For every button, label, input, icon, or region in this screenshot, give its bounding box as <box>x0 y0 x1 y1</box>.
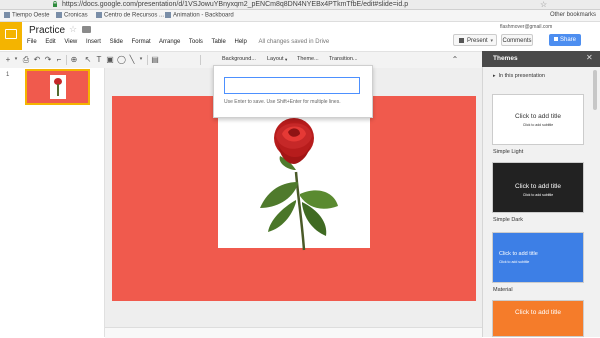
themes-section-label: In this presentation <box>498 73 545 79</box>
collapse-icon[interactable]: ⌃ <box>451 55 459 64</box>
slide-thumbnail[interactable] <box>25 69 90 105</box>
menu-file[interactable]: File <box>27 39 37 45</box>
favicon-icon <box>165 12 171 18</box>
present-label: Present <box>467 38 488 44</box>
theme-card-simple-dark[interactable]: Click to add title Click to add subtitle <box>492 232 584 283</box>
speaker-notes-area[interactable] <box>105 327 482 338</box>
slide-number: 1 <box>6 72 10 78</box>
toolbar-divider <box>66 55 67 65</box>
folder-icon[interactable] <box>82 26 91 33</box>
redo-icon[interactable]: ↷ <box>44 55 52 64</box>
favicon-icon <box>4 12 10 18</box>
theme-button[interactable]: Theme... <box>297 55 319 64</box>
bookmark-star-icon[interactable]: ☆ <box>540 0 547 9</box>
theme-card-material[interactable]: Click to add title <box>492 300 584 337</box>
user-email[interactable]: flashmover@gmail.com <box>500 24 552 30</box>
textbox-icon[interactable]: T <box>95 55 103 64</box>
comments-button[interactable]: Comments <box>501 34 533 46</box>
theme-card-title: Click to add title <box>515 113 561 120</box>
lock-icon <box>53 1 57 7</box>
thumbnail-image <box>50 75 66 99</box>
menu-format[interactable]: Format <box>132 39 151 45</box>
comment-icon[interactable]: ▤ <box>151 55 159 64</box>
theme-card-title: Click to add title <box>515 183 561 190</box>
bookmarks-bar: Tiempo Oeste Cronicas Centro de Recursos… <box>0 10 600 22</box>
present-icon <box>459 38 464 43</box>
slides-logo-icon[interactable] <box>0 22 22 50</box>
shape-icon[interactable]: ◯ <box>117 55 126 64</box>
theme-card-current[interactable]: Click to add title Click to add subtitle <box>492 94 584 145</box>
menu-table[interactable]: Table <box>212 39 226 45</box>
layout-button[interactable]: Layout <box>267 55 284 64</box>
favicon-icon <box>96 12 102 18</box>
theme-card-subtitle: Click to add subtitle <box>522 193 554 197</box>
rose-image[interactable] <box>218 112 370 252</box>
close-icon[interactable]: ✕ <box>586 53 593 62</box>
themes-title: Themes <box>493 55 518 62</box>
menu-edit[interactable]: Edit <box>45 39 55 45</box>
theme-card-title: Click to add title <box>515 309 561 316</box>
save-status[interactable]: All changes saved in Drive <box>259 39 330 45</box>
menu-tools[interactable]: Tools <box>189 39 203 45</box>
chevron-down-icon[interactable]: ▾ <box>285 55 287 64</box>
toolbar-divider <box>200 55 201 65</box>
line-icon[interactable]: ╲ <box>128 55 136 64</box>
new-slide-icon[interactable]: + <box>4 55 12 64</box>
theme-name: Material <box>493 287 513 293</box>
chevron-down-icon[interactable]: ▾ <box>137 55 145 64</box>
browser-address-bar[interactable]: https://docs.google.com/presentation/d/1… <box>0 0 600 10</box>
menu-help[interactable]: Help <box>235 39 247 45</box>
favicon-icon <box>56 12 62 18</box>
theme-card-subtitle: Click to add subtitle <box>522 123 554 127</box>
menu-view[interactable]: View <box>64 39 77 45</box>
lock-icon <box>553 37 558 42</box>
background-button[interactable]: Background... <box>222 55 256 64</box>
present-button[interactable]: Present ▾ <box>453 34 497 46</box>
themes-section-toggle[interactable]: ▸ In this presentation <box>493 73 545 79</box>
themes-scrollbar[interactable] <box>593 70 597 110</box>
background-input[interactable] <box>224 77 360 94</box>
presentation-title[interactable]: Practice <box>29 25 65 36</box>
chevron-down-icon[interactable]: ▾ <box>12 55 20 64</box>
browser-url[interactable]: https://docs.google.com/presentation/d/1… <box>62 0 408 9</box>
menu-arrange[interactable]: Arrange <box>159 39 180 45</box>
print-icon[interactable]: ⎙ <box>22 55 30 64</box>
menu-insert[interactable]: Insert <box>86 39 101 45</box>
paint-format-icon[interactable]: ⌐ <box>55 55 63 64</box>
zoom-icon[interactable]: ⊕ <box>70 55 78 64</box>
slide-filmstrip <box>0 68 105 337</box>
bookmark-item[interactable]: Cronicas <box>56 12 88 19</box>
theme-card-subtitle: Click to add subtitle <box>499 260 530 264</box>
select-icon[interactable]: ↖ <box>84 55 92 64</box>
theme-card-title: Click to add title <box>499 251 538 257</box>
bookmark-item[interactable]: Animation - Backboard <box>165 12 234 19</box>
share-button[interactable]: Share <box>549 34 581 46</box>
share-label: Share <box>559 37 576 43</box>
menu-slide[interactable]: Slide <box>110 39 123 45</box>
chevron-down-icon[interactable]: ▾ <box>490 35 493 47</box>
triangle-right-icon: ▸ <box>493 73 496 79</box>
other-bookmarks[interactable]: Other bookmarks <box>550 12 596 18</box>
undo-icon[interactable]: ↶ <box>33 55 41 64</box>
star-icon[interactable]: ☆ <box>69 24 77 35</box>
toolbar-divider <box>147 55 148 65</box>
theme-name: Simple Dark <box>493 217 523 223</box>
menu-bar: File Edit View Insert Slide Format Arran… <box>27 39 329 45</box>
bookmark-item[interactable]: Tiempo Oeste <box>4 12 49 19</box>
transition-button[interactable]: Transition... <box>329 55 358 64</box>
bookmark-item[interactable]: Centro de Recursos ... <box>96 12 164 19</box>
theme-card-simple-light[interactable]: Click to add title Click to add subtitle <box>492 162 584 213</box>
dialog-hint: Use Enter to save. Use Shift+Enter for m… <box>224 99 341 105</box>
image-icon[interactable]: ▣ <box>106 55 114 64</box>
theme-name: Simple Light <box>493 149 524 155</box>
